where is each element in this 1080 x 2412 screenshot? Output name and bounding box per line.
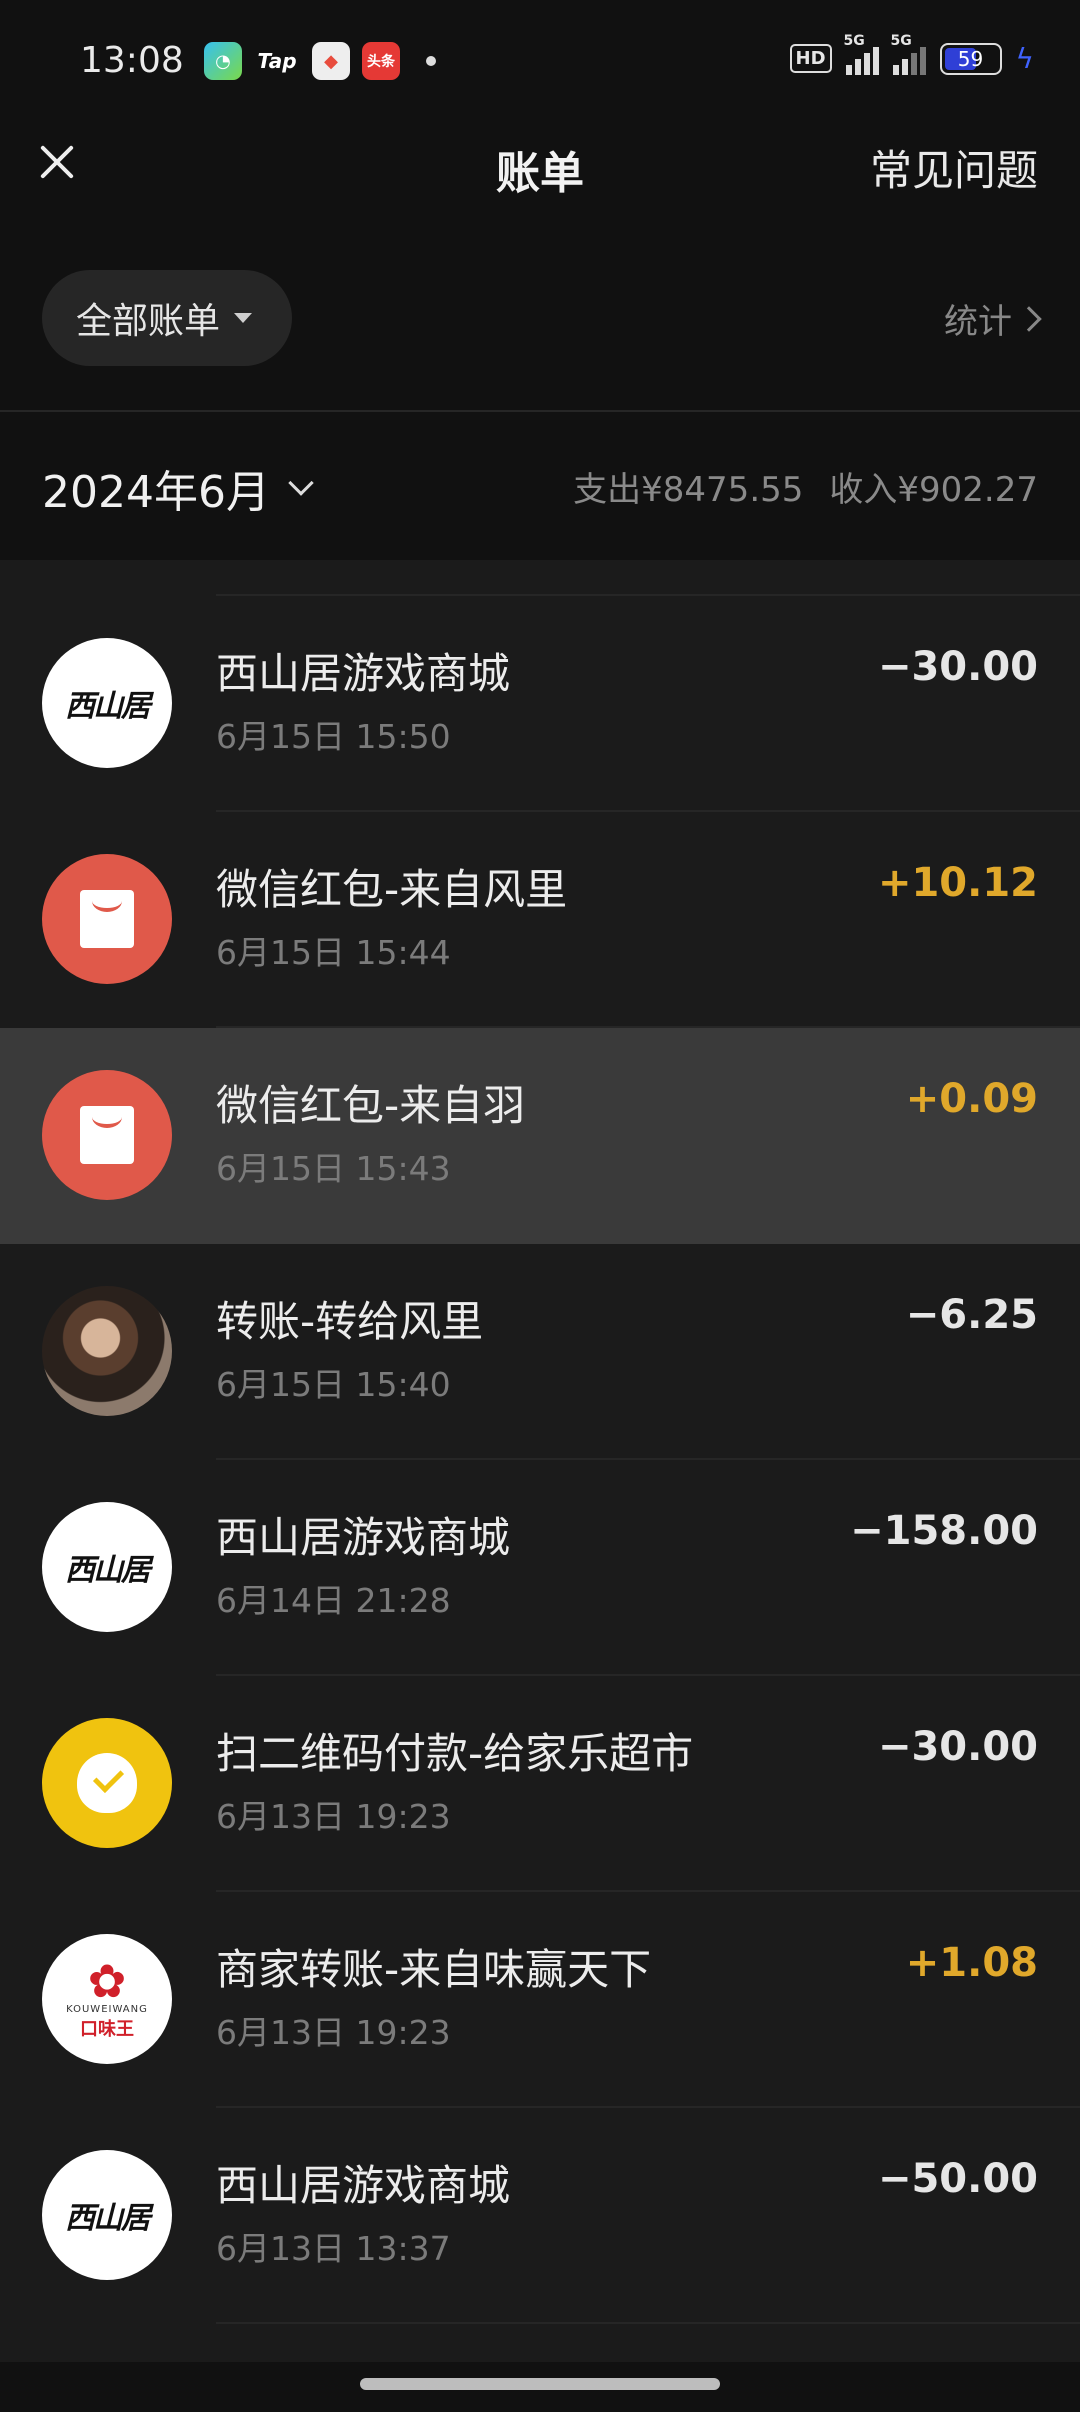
chevron-down-icon [288, 470, 314, 496]
transaction-title: 微信红包-来自风里 [216, 865, 568, 914]
transaction-row[interactable]: 转账-转给风里 6月15日 15:40 −6.25 [0, 1244, 1080, 1460]
income-total: 收入¥902.27 [829, 470, 1038, 510]
transaction-time: 6月13日 19:23 [216, 2013, 451, 2052]
status-time: 13:08 [80, 40, 184, 81]
month-selector[interactable]: 2024年6月 [42, 456, 314, 520]
stats-label: 统计 [944, 302, 1012, 342]
xishanju-logo: 西山居 [42, 638, 172, 768]
transaction-amount: −30.00 [877, 1724, 1038, 1770]
bill-filter-label: 全部账单 [76, 301, 221, 342]
stats-link[interactable]: 统计 [944, 294, 1042, 343]
red-packet-icon [42, 854, 172, 984]
transaction-time: 6月14日 21:28 [216, 1581, 451, 1620]
battery-icon: 59 [939, 42, 1002, 75]
close-icon[interactable] [30, 137, 80, 187]
transaction-row[interactable]: 扫二维码付款-给家乐超市 6月13日 19:23 −30.00 [0, 1676, 1080, 1892]
xishanju-logo: 西山居 [42, 1502, 172, 1632]
status-indicators: HD 5G 5G 59 ϟ [789, 33, 1034, 75]
chevron-right-icon [1016, 305, 1042, 332]
transaction-time: 6月13日 19:23 [216, 1797, 451, 1836]
transaction-row[interactable]: 西山居 西山居游戏商城 6月14日 21:28 −158.00 [0, 1460, 1080, 1676]
transaction-amount: +1.08 [905, 1940, 1038, 1986]
transaction-time: 6月15日 15:43 [216, 1149, 451, 1188]
transaction-row[interactable]: ✿ KOUWEIWANG 口味王 商家转账-来自味赢天下 6月13日 19:23… [0, 1892, 1080, 2108]
transaction-row[interactable]: 西山居 西山居游戏商城 6月15日 15:50 −30.00 [0, 596, 1080, 812]
transaction-list: 西山居 西山居游戏商城 6月15日 15:50 −30.00 微信红包-来自风里… [0, 560, 1080, 2324]
month-summary: 支出¥8475.55 收入¥902.27 [573, 462, 1038, 511]
signal-icon: 5G [844, 33, 879, 75]
transaction-amount: −50.00 [877, 2156, 1038, 2202]
red-packet-icon [42, 1070, 172, 1200]
transaction-amount: −6.25 [905, 1292, 1038, 1338]
transaction-time: 6月15日 15:44 [216, 933, 451, 972]
game-app-icon: ◆ [312, 42, 350, 80]
hd-icon: HD [789, 44, 832, 73]
transaction-time: 6月15日 15:40 [216, 1365, 451, 1404]
transaction-title: 西山居游戏商城 [216, 1513, 511, 1562]
transaction-amount: +0.09 [905, 1076, 1038, 1122]
faq-link[interactable]: 常见问题 [870, 137, 1038, 198]
lotus-icon: ✿ [87, 1953, 127, 2008]
transaction-row[interactable]: 西山居 西山居游戏商城 6月13日 13:37 −50.00 [0, 2108, 1080, 2324]
transaction-amount: +10.12 [877, 860, 1038, 906]
charging-icon: ϟ [1015, 42, 1034, 75]
toutiao-app-icon: 头条 [362, 42, 400, 80]
xishanju-logo: 西山居 [42, 2150, 172, 2280]
bill-filter-dropdown[interactable]: 全部账单 [42, 270, 292, 366]
transaction-title: 商家转账-来自味赢天下 [216, 1945, 652, 1994]
more-notifications-icon [426, 56, 436, 66]
transaction-row[interactable]: 微信红包-来自羽 6月15日 15:43 +0.09 [0, 1028, 1080, 1244]
caret-down-icon [234, 313, 253, 323]
home-indicator[interactable] [360, 2378, 720, 2390]
status-bar: 13:08 ◔ Tap ◆ 头条 HD 5G 5G 59 ϟ [0, 0, 1080, 124]
transaction-amount: −30.00 [877, 644, 1038, 690]
transaction-amount: −158.00 [850, 1508, 1038, 1554]
notification-icons: ◔ Tap ◆ 头条 [204, 42, 436, 80]
expense-total: 支出¥8475.55 [573, 470, 804, 510]
signal-icon-2: 5G [891, 33, 926, 75]
transaction-title: 微信红包-来自羽 [216, 1081, 526, 1130]
transaction-row[interactable]: 微信红包-来自风里 6月15日 15:44 +10.12 [0, 812, 1080, 1028]
transaction-title: 转账-转给风里 [216, 1297, 484, 1346]
money-bag-icon [42, 1718, 172, 1848]
transaction-time: 6月15日 15:50 [216, 717, 451, 756]
transaction-time: 6月13日 13:37 [216, 2229, 451, 2268]
tap-app-icon: Tap [257, 49, 297, 73]
wifi-app-icon: ◔ [204, 42, 242, 80]
transaction-title: 西山居游戏商城 [216, 649, 511, 698]
user-avatar-photo [42, 1286, 172, 1416]
transaction-title: 西山居游戏商城 [216, 2161, 511, 2210]
month-label: 2024年6月 [42, 467, 270, 518]
transaction-title: 扫二维码付款-给家乐超市 [216, 1729, 694, 1778]
kouweiwang-logo: ✿ KOUWEIWANG 口味王 [42, 1934, 172, 2064]
